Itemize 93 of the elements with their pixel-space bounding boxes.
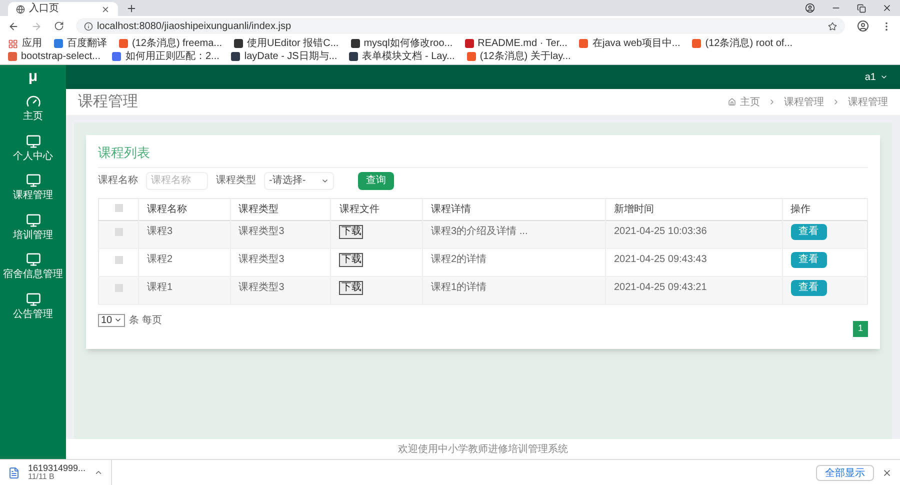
site-icon xyxy=(692,39,702,48)
bookmark[interactable]: 在java web项目中... xyxy=(579,37,680,50)
separator-icon xyxy=(768,98,776,106)
sidebar-item[interactable]: 个人中心 xyxy=(0,128,66,168)
user-menu[interactable]: a1 xyxy=(864,70,888,84)
table-cell: 课程2 xyxy=(147,254,173,264)
bookmark[interactable]: (12条消息) 关于lay... xyxy=(466,50,571,63)
checkbox[interactable] xyxy=(114,204,122,212)
new-tab-icon[interactable] xyxy=(126,3,137,14)
checkbox[interactable] xyxy=(114,256,122,264)
table-cell: 课程1 xyxy=(147,282,173,292)
breadcrumb-item: 课程管理 xyxy=(848,96,888,110)
table-cell: 课程3 xyxy=(147,226,173,236)
monitor-icon xyxy=(26,292,40,306)
card-title: 课程列表 xyxy=(98,145,150,160)
info-icon[interactable] xyxy=(84,22,93,30)
table-cell: 课程2的详情 xyxy=(431,254,487,264)
star-icon[interactable] xyxy=(828,22,837,30)
close-icon[interactable] xyxy=(882,3,892,13)
reload-icon[interactable] xyxy=(54,21,64,31)
monitor-icon xyxy=(26,134,40,148)
apps-icon xyxy=(8,38,18,48)
browser-tab[interactable]: 入口页 xyxy=(8,2,118,16)
checkbox[interactable] xyxy=(114,284,122,292)
field-label: 课程名称 xyxy=(98,174,138,188)
caret-icon xyxy=(880,73,888,81)
bookmark[interactable]: layDate - JS日期与... xyxy=(231,50,338,63)
monitor-icon xyxy=(26,173,40,188)
page-size-select[interactable]: 10 xyxy=(98,314,126,326)
download-button[interactable]: 下载 xyxy=(339,252,364,267)
column-header: 课程类型 xyxy=(238,204,279,214)
table-cell: 2021-04-25 10:03:36 xyxy=(614,226,707,236)
breadcrumb-item[interactable]: 主页 xyxy=(740,94,760,110)
download-button[interactable]: 下载 xyxy=(339,224,364,239)
checkbox[interactable] xyxy=(114,228,122,236)
bookmark[interactable]: 应用 xyxy=(8,37,42,50)
sidebar-item[interactable]: 培训管理 xyxy=(0,208,66,247)
column-header: 课程名称 xyxy=(147,204,187,214)
field-label: 课程类型 xyxy=(216,174,256,188)
bookmark[interactable]: (12条消息) root of... xyxy=(692,37,793,50)
table-cell: 课程1的详情 xyxy=(431,282,487,292)
tab-title: 入口页 xyxy=(29,4,60,14)
show-all-button[interactable]: 全部显示 xyxy=(816,464,874,480)
download-item[interactable]: 1619314999... 11/11 B xyxy=(8,460,112,485)
bookmark[interactable]: bootstrap-select... xyxy=(8,50,100,63)
sidebar-item[interactable]: 主页 xyxy=(0,89,66,128)
breadcrumb-item[interactable]: 课程管理 xyxy=(784,94,824,110)
logo: μ xyxy=(28,66,38,87)
bookmark[interactable]: 百度翻译 xyxy=(54,37,107,50)
sidebar-item[interactable]: 宿舍信息管理 xyxy=(0,247,66,286)
bookmark[interactable]: README.md · Ter... xyxy=(464,37,568,50)
column-header: 课程详情 xyxy=(431,204,472,214)
dashboard-icon xyxy=(26,94,40,109)
column-header: 新增时间 xyxy=(614,204,654,214)
separator-icon xyxy=(832,98,840,106)
footer-text: 欢迎使用中小学教师进修培训管理系统 xyxy=(398,442,568,456)
monitor-icon xyxy=(26,212,40,228)
table-cell: 课程3的介绍及详情 ... xyxy=(431,226,528,236)
sidebar-item[interactable]: 公告管理 xyxy=(0,286,66,326)
sidebar-item[interactable]: 课程管理 xyxy=(0,168,66,208)
name-field[interactable]: 课程名称 xyxy=(146,172,208,190)
close-icon[interactable] xyxy=(101,4,110,14)
site-icon xyxy=(54,39,63,48)
page-size-label: 条 每页 xyxy=(129,314,162,328)
bookmark[interactable]: (12条消息) freema... xyxy=(119,37,222,50)
page-title: 课程管理 xyxy=(78,92,138,112)
profile-icon[interactable] xyxy=(805,3,815,13)
account-icon[interactable] xyxy=(857,20,869,32)
address-field[interactable]: localhost:8080/jiaoshipeixunguanli/index.jsp xyxy=(76,18,845,34)
table-cell: 课程类型3 xyxy=(238,282,284,292)
column-header: 操作 xyxy=(790,204,811,214)
type-select[interactable]: -请选择- xyxy=(264,172,334,190)
table-cell: 2021-04-25 09:43:43 xyxy=(614,254,707,264)
file-icon xyxy=(8,466,20,478)
globe-icon xyxy=(16,4,25,14)
site-icon xyxy=(579,39,588,48)
bookmark[interactable]: 如何用正则匹配：2... xyxy=(112,50,220,63)
caret-icon xyxy=(114,316,122,324)
bookmark[interactable]: 使用UEditor 报错C... xyxy=(234,37,339,50)
column-header: 课程文件 xyxy=(339,204,380,214)
table-cell: 2021-04-25 09:43:21 xyxy=(614,282,707,292)
monitor-icon xyxy=(26,252,40,267)
table-cell: 课程类型3 xyxy=(238,226,284,236)
restore-icon[interactable] xyxy=(857,4,866,12)
home-icon xyxy=(728,98,736,106)
back-icon[interactable] xyxy=(8,20,19,32)
table-cell: 课程类型3 xyxy=(238,254,284,264)
bookmark[interactable]: 表单模块文档 - Lay... xyxy=(349,50,455,63)
download-button[interactable]: 下载 xyxy=(339,280,364,295)
close-icon[interactable] xyxy=(882,468,892,478)
bookmark[interactable]: mysql如何修改roo... xyxy=(350,37,453,50)
site-icon xyxy=(8,52,17,61)
caret-icon xyxy=(94,468,103,477)
